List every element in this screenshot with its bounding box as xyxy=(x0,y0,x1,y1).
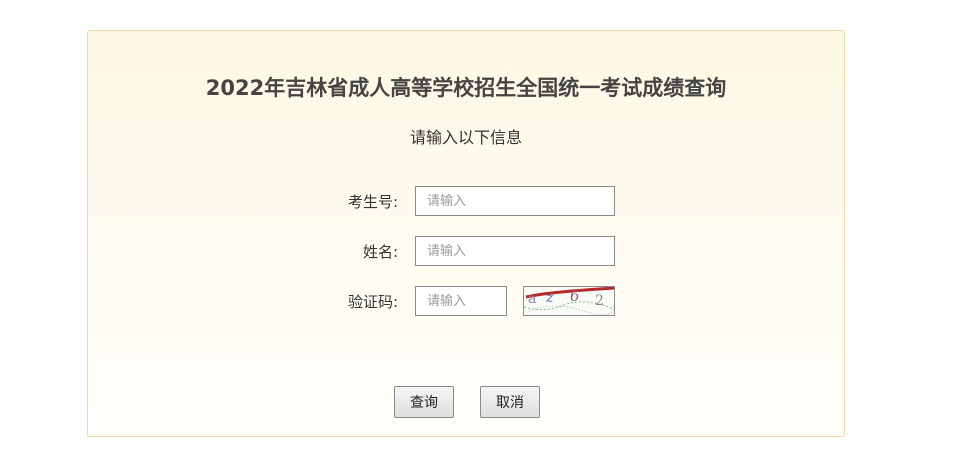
exam-number-input[interactable] xyxy=(415,186,615,216)
query-panel: 2022年吉林省成人高等学校招生全国统一考试成绩查询 请输入以下信息 考生号: … xyxy=(87,30,845,437)
captcha-char: 6 xyxy=(570,287,580,305)
page-title: 2022年吉林省成人高等学校招生全国统一考试成绩查询 xyxy=(205,76,727,100)
captcha-char: a xyxy=(528,291,536,307)
captcha-input[interactable] xyxy=(415,286,507,316)
captcha-graphic: a z 6 2 xyxy=(524,287,614,315)
cancel-button[interactable]: 取消 xyxy=(480,386,540,418)
captcha-char: z xyxy=(545,290,554,306)
exam-number-label: 考生号: xyxy=(347,193,398,211)
name-label: 姓名: xyxy=(362,243,398,261)
submit-button[interactable]: 查询 xyxy=(394,386,454,418)
captcha-image[interactable]: a z 6 2 xyxy=(523,286,615,316)
page-subtitle: 请输入以下信息 xyxy=(409,128,522,147)
captcha-label: 验证码: xyxy=(347,293,398,311)
captcha-char: 2 xyxy=(595,293,604,309)
name-input[interactable] xyxy=(415,236,615,266)
